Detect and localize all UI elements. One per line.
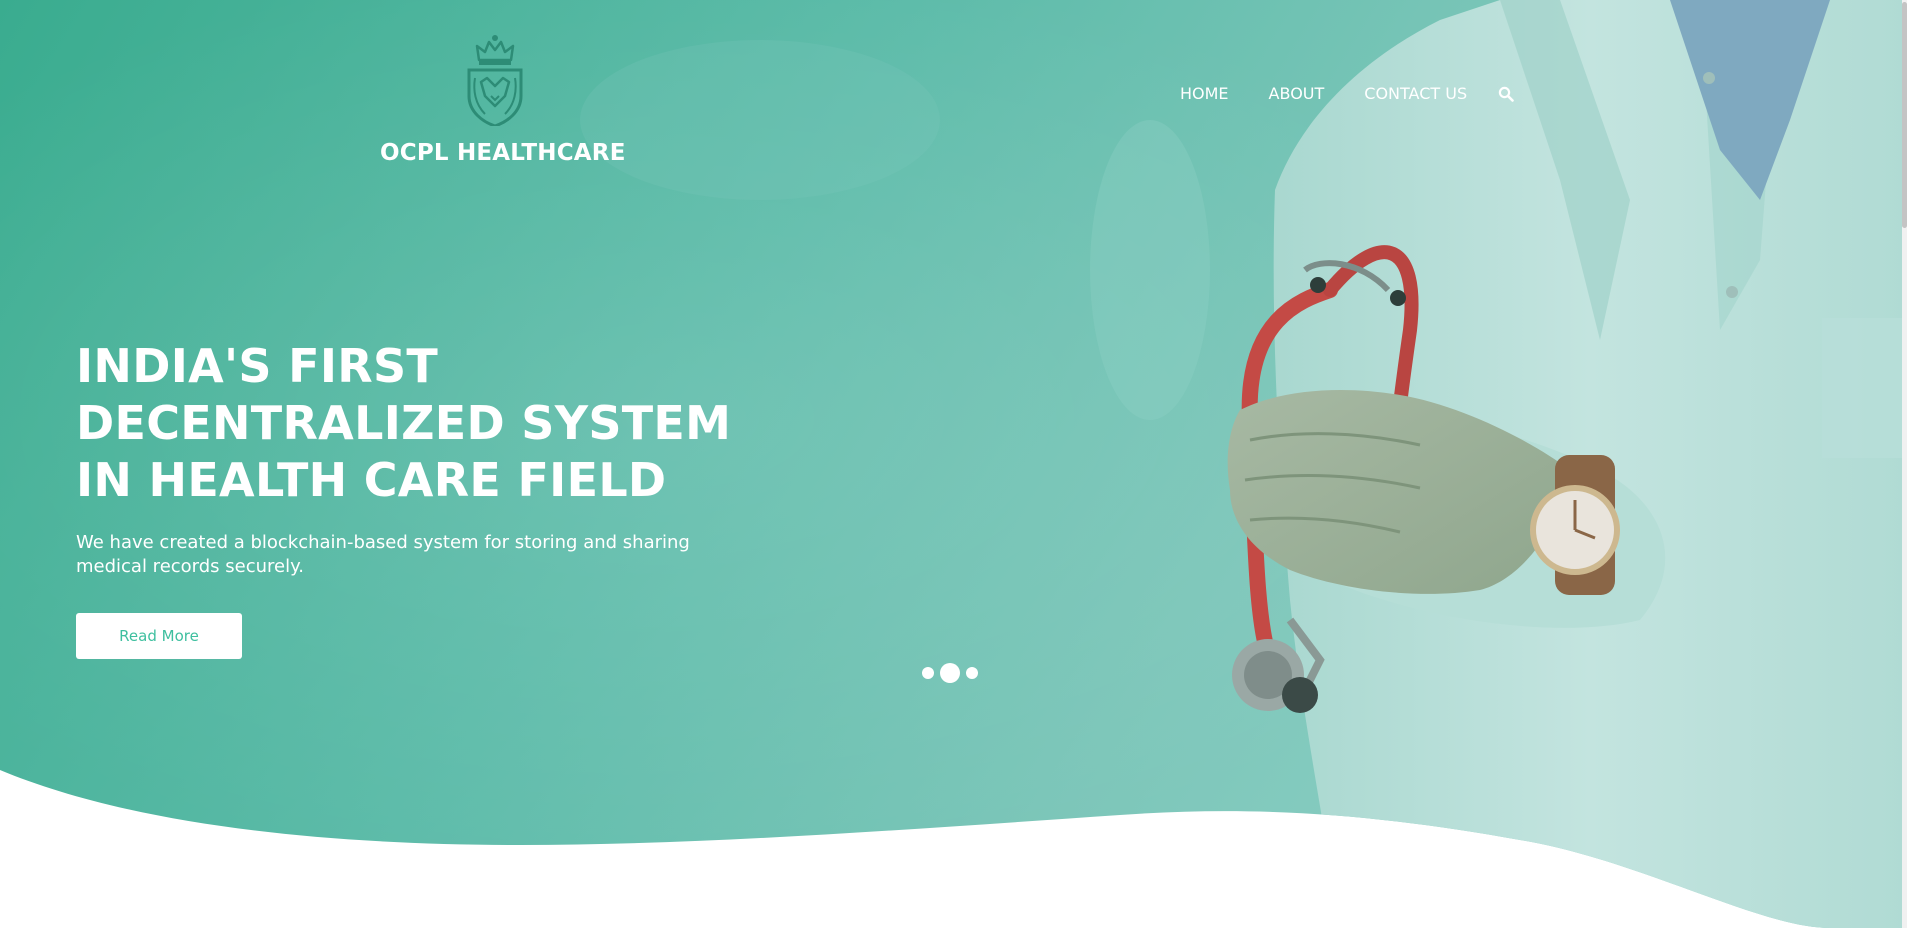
- slider-dot-3[interactable]: [966, 667, 978, 679]
- brand-logo[interactable]: OCPL HEALTHCARE: [380, 34, 626, 166]
- brand-name: OCPL HEALTHCARE: [380, 140, 626, 166]
- main-nav: HOME ABOUT CONTACT US: [1180, 84, 1515, 103]
- read-more-button[interactable]: Read More: [76, 613, 242, 659]
- hero-content: INDIA'S FIRST DECENTRALIZED SYSTEM IN HE…: [76, 338, 756, 659]
- headline-line-2: DECENTRALIZED SYSTEM: [76, 396, 732, 450]
- scrollbar-thumb[interactable]: [1902, 2, 1907, 228]
- hero-headline: INDIA'S FIRST DECENTRALIZED SYSTEM IN HE…: [76, 338, 756, 509]
- page: OCPL HEALTHCARE HOME ABOUT CONTACT US IN…: [0, 0, 1907, 928]
- headline-line-3: IN HEALTH CARE FIELD: [76, 453, 667, 507]
- nav-contact-link[interactable]: CONTACT US: [1364, 84, 1467, 103]
- search-button[interactable]: [1497, 85, 1515, 103]
- slider-dot-2-active[interactable]: [940, 663, 960, 683]
- nav-home-link[interactable]: HOME: [1180, 84, 1229, 103]
- hero-subtext: We have created a blockchain-based syste…: [76, 532, 690, 577]
- page-scrollbar[interactable]: [1902, 0, 1907, 928]
- slider-pagination: [922, 663, 978, 683]
- nav-about-link[interactable]: ABOUT: [1269, 84, 1325, 103]
- search-icon: [1498, 86, 1514, 102]
- headline-line-1: INDIA'S FIRST: [76, 339, 439, 393]
- crowned-lion-shield-icon: [467, 35, 523, 126]
- slider-dot-1[interactable]: [922, 667, 934, 679]
